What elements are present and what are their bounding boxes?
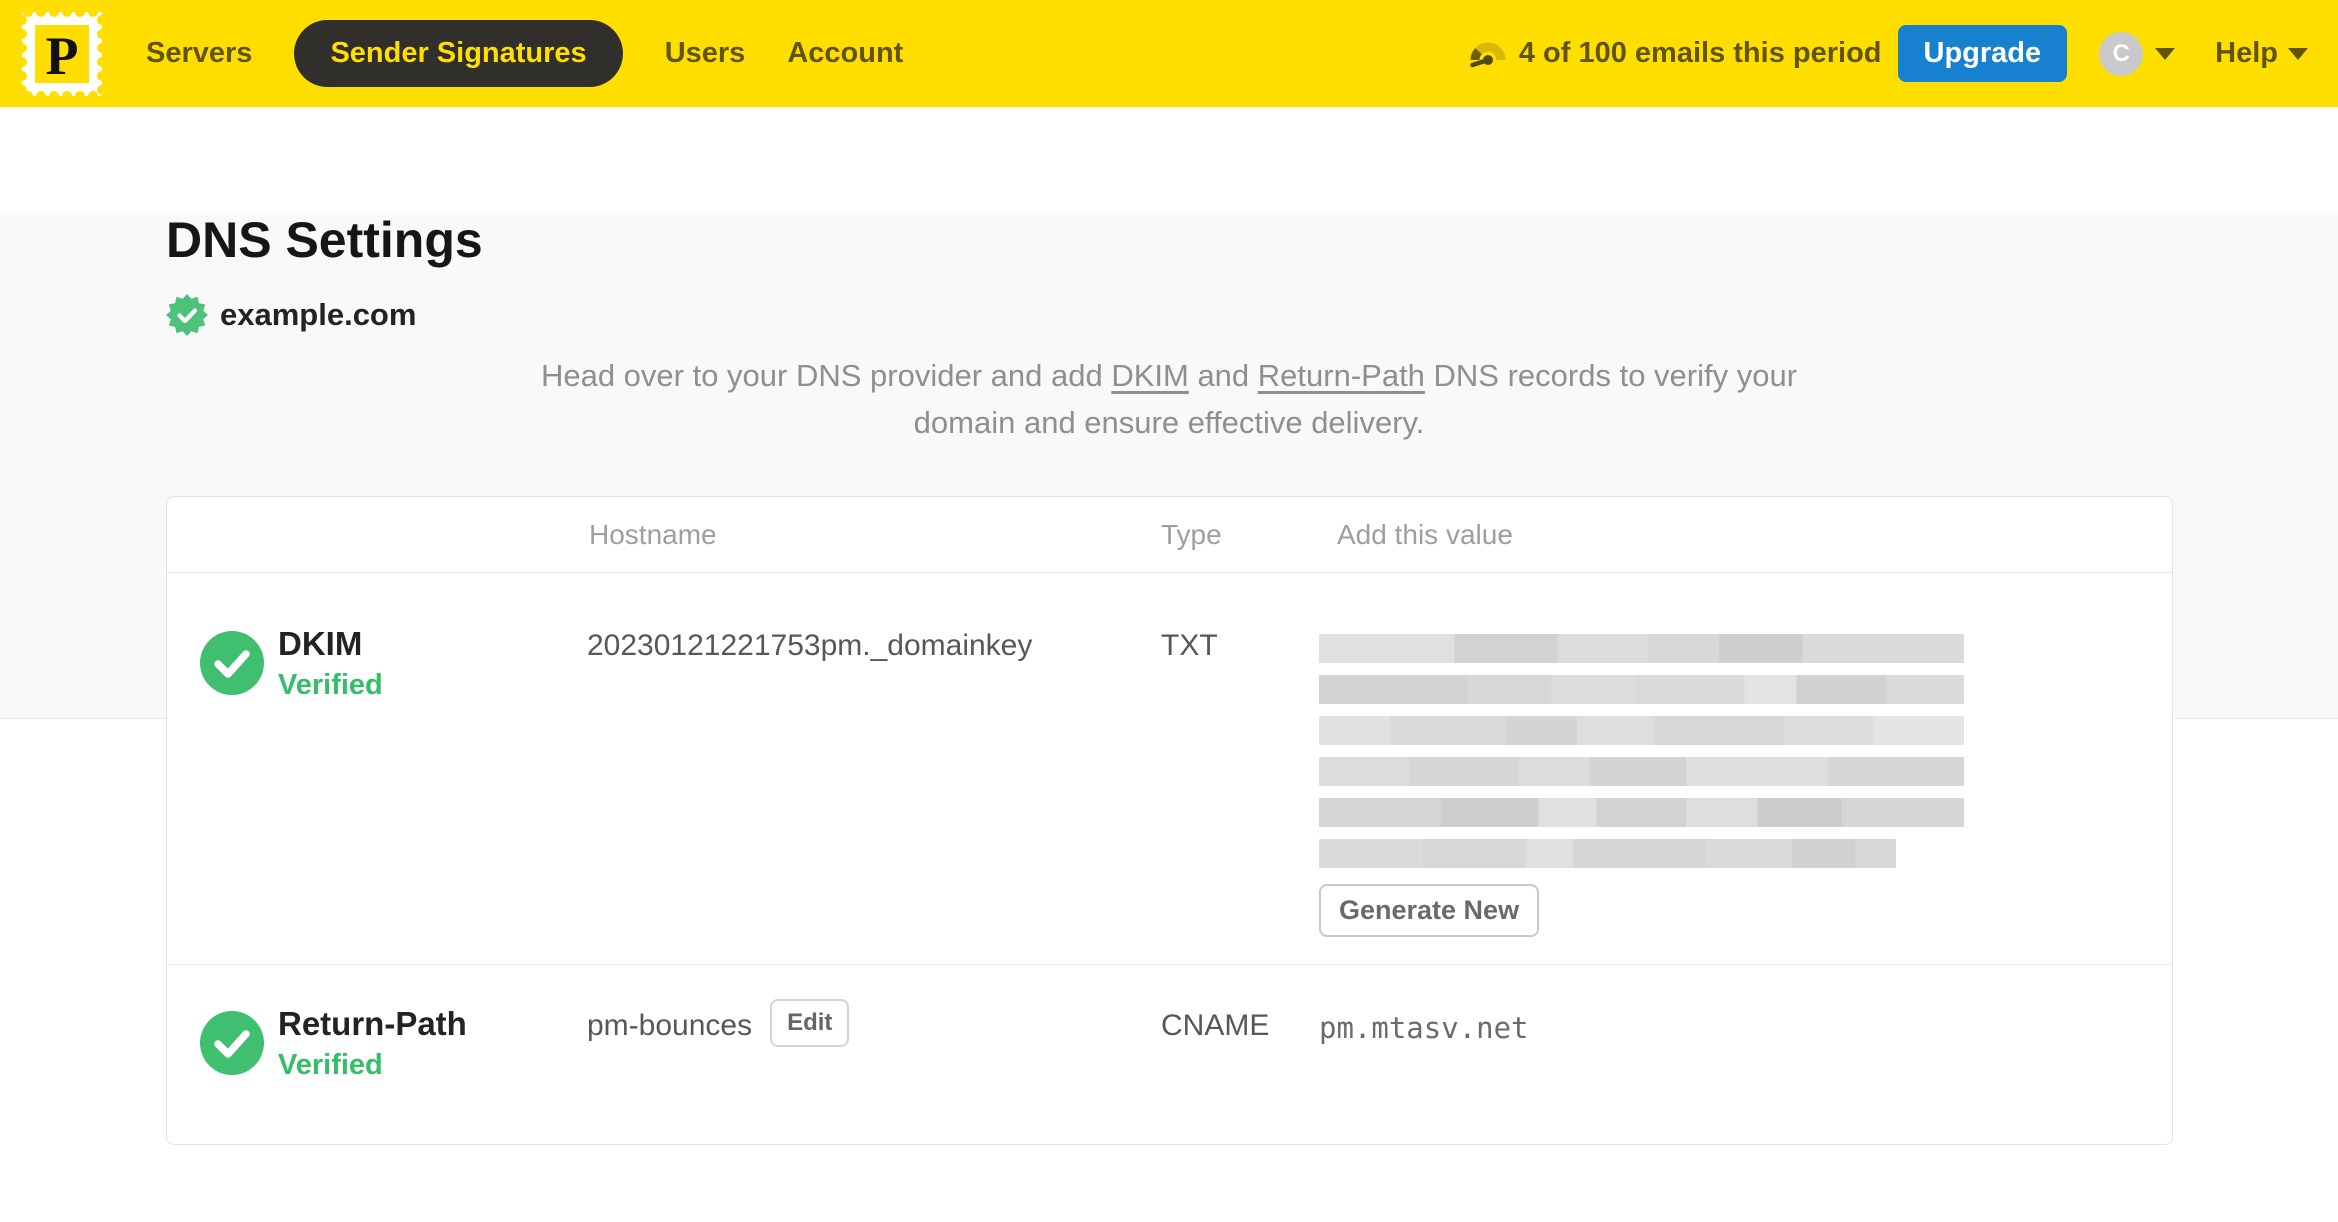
column-header-add-this-value: Add this value	[1337, 518, 1513, 550]
intro-text: Head over to your DNS provider and add D…	[539, 352, 1799, 446]
nav-item-sender-signatures[interactable]: Sender Signatures	[294, 20, 623, 87]
verified-badge-icon	[166, 294, 208, 336]
help-label: Help	[2215, 37, 2278, 69]
verified-check-icon	[200, 631, 264, 695]
intro-text-part: Head over to your DNS provider and add	[540, 358, 1112, 393]
nav-item-users[interactable]: Users	[665, 37, 746, 70]
redacted-value-bar	[1319, 634, 1964, 663]
redacted-value-bar	[1319, 716, 1964, 745]
verified-check-icon	[200, 1011, 264, 1075]
record-name: DKIM	[278, 625, 363, 662]
record-value-redacted: Generate New	[1319, 573, 2172, 964]
main-content: DNS Settings example.com Head over to yo…	[0, 213, 2338, 1222]
table-header-row: Hostname Type Add this value	[167, 497, 2172, 573]
chevron-down-icon	[2288, 47, 2308, 60]
record-type: CNAME	[1161, 1009, 1270, 1042]
redacted-value-bar	[1319, 757, 1964, 786]
dns-records-table: Hostname Type Add this value DKIM Verifi…	[166, 496, 2173, 1145]
record-hostname: pm-bounces	[587, 1009, 753, 1042]
generate-new-button[interactable]: Generate New	[1319, 884, 1540, 937]
nav-item-servers[interactable]: Servers	[146, 37, 252, 70]
table-row-dkim: DKIM Verified 20230121221753pm._domainke…	[167, 573, 2172, 964]
chevron-down-icon	[2155, 47, 2176, 60]
redacted-value-bar	[1319, 675, 1964, 704]
nav-item-account[interactable]: Account	[787, 37, 903, 70]
redacted-value-bar	[1319, 839, 1896, 868]
column-header-type: Type	[1161, 518, 1222, 550]
logo-letter: P	[46, 26, 79, 86]
record-status: Verified	[278, 669, 383, 701]
usage-count-text: 4 of 100 emails this period	[1518, 37, 1882, 69]
return-path-link[interactable]: Return-Path	[1258, 358, 1425, 393]
record-type: TXT	[1161, 629, 1218, 662]
edit-button[interactable]: Edit	[770, 999, 850, 1047]
record-name: Return-Path	[278, 1005, 467, 1042]
record-status: Verified	[278, 1049, 383, 1081]
usage-meter: 4 of 100 emails this period	[1469, 36, 1882, 72]
record-value: pm.mtasv.net	[1319, 1011, 1529, 1045]
redacted-value-bar	[1319, 798, 1964, 827]
dkim-link[interactable]: DKIM	[1111, 358, 1189, 393]
gauge-icon	[1470, 42, 1506, 67]
domain-name: example.com	[220, 297, 417, 332]
column-header-hostname: Hostname	[589, 518, 717, 550]
avatar[interactable]: C	[2099, 31, 2144, 76]
postmark-logo[interactable]: P	[22, 11, 102, 96]
help-menu[interactable]: Help	[2215, 37, 2308, 70]
record-hostname: 20230121221753pm._domainkey	[587, 629, 1033, 662]
upgrade-button[interactable]: Upgrade	[1897, 25, 2068, 82]
account-menu[interactable]: C	[2099, 31, 2176, 76]
domain-row: example.com	[166, 294, 2172, 336]
top-navigation-bar: P Servers Sender Signatures Users Accoun…	[0, 0, 2338, 107]
intro-text-part: and	[1188, 358, 1258, 393]
table-row-return-path: Return-Path Verified pm-bounces Edit CNA…	[167, 964, 2172, 1144]
primary-nav: Servers Sender Signatures Users Account	[146, 20, 903, 87]
page-title: DNS Settings	[166, 212, 483, 268]
